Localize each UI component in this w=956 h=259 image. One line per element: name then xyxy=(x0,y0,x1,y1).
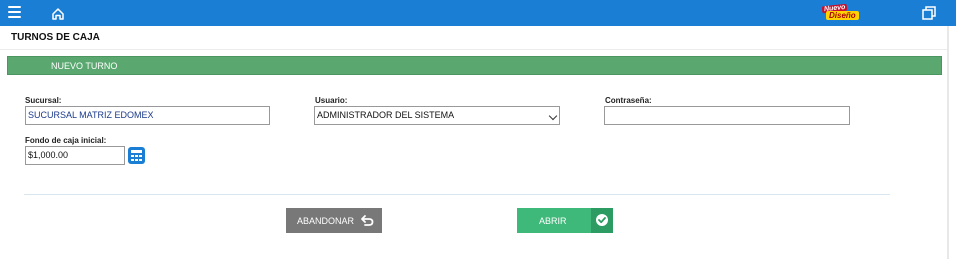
title-divider xyxy=(0,49,947,50)
undo-arrow-icon xyxy=(361,215,374,226)
badge-line2: Diseño xyxy=(826,11,859,20)
abrir-label: ABRIR xyxy=(539,216,567,226)
page-title: TURNOS DE CAJA xyxy=(11,32,100,43)
contrasena-label: Contraseña: xyxy=(605,96,652,105)
usuario-select[interactable]: ADMINISTRADOR DEL SISTEMA xyxy=(314,106,560,125)
abandonar-label: ABANDONAR xyxy=(297,216,355,226)
section-header: NUEVO TURNO xyxy=(7,56,942,75)
form-divider xyxy=(24,194,890,195)
right-panel-border xyxy=(947,26,949,259)
hamburger-icon[interactable] xyxy=(8,6,21,19)
home-icon[interactable] xyxy=(50,6,66,22)
top-navigation-bar: Nuevo Diseño xyxy=(0,0,956,26)
sucursal-label: Sucursal: xyxy=(25,96,62,105)
usuario-selected-value: ADMINISTRADOR DEL SISTEMA xyxy=(317,110,455,120)
sucursal-field[interactable]: SUCURSAL MATRIZ EDOMEX xyxy=(25,106,270,125)
section-title: NUEVO TURNO xyxy=(51,61,118,71)
new-design-badge[interactable]: Nuevo Diseño xyxy=(821,3,859,22)
abandonar-button[interactable]: ABANDONAR xyxy=(286,208,382,233)
fondo-field[interactable]: $1,000.00 xyxy=(25,146,125,165)
check-circle-icon xyxy=(596,214,608,226)
calculator-icon[interactable] xyxy=(128,147,145,164)
fondo-label: Fondo de caja inicial: xyxy=(25,136,107,145)
contrasena-field[interactable] xyxy=(604,106,850,125)
abrir-icon-box xyxy=(591,208,613,233)
usuario-label: Usuario: xyxy=(315,96,348,105)
chevron-down-icon xyxy=(548,111,558,121)
abrir-button[interactable]: ABRIR xyxy=(517,208,613,233)
restore-window-icon[interactable] xyxy=(922,6,936,20)
